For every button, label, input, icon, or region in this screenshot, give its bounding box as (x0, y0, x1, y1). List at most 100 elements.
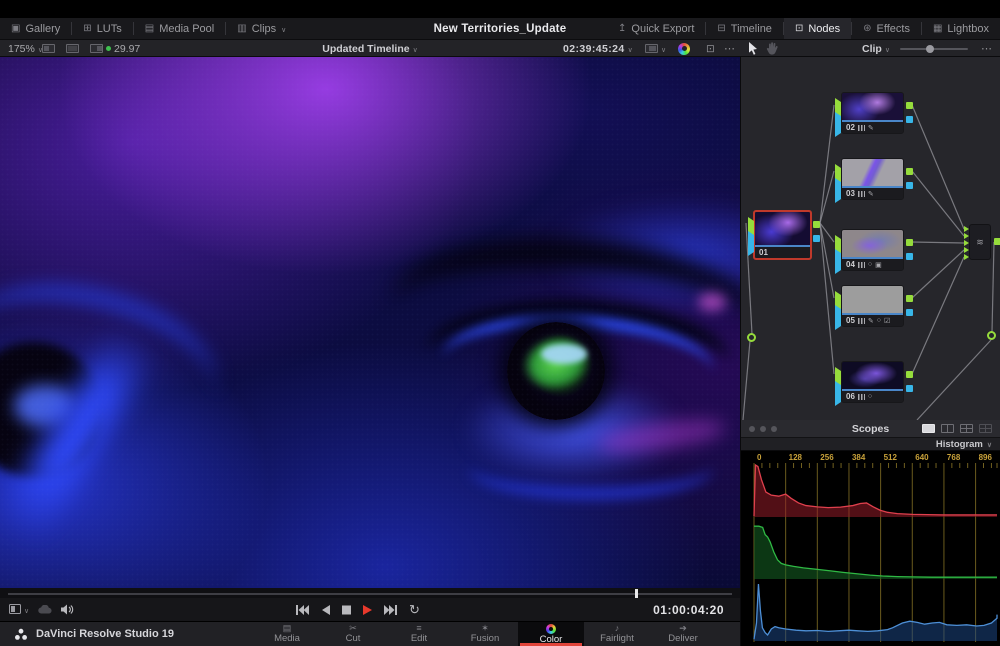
page-tab-fairlight[interactable]: ♪Fairlight (584, 622, 650, 646)
camera-raw-button[interactable]: ∨ (645, 40, 666, 57)
key-output-port[interactable] (906, 253, 913, 260)
bars-badge-icon (858, 262, 865, 268)
bars-badge-icon (858, 125, 865, 131)
scopes-option-dots[interactable] (741, 426, 777, 432)
slider-knob[interactable] (926, 45, 934, 53)
svg-text:512: 512 (884, 453, 898, 462)
mixer-output-port[interactable] (994, 238, 1000, 245)
tab-lightbox[interactable]: ▦Lightbox (922, 18, 1000, 39)
page-tab-edit[interactable]: ≡Edit (386, 622, 452, 646)
rgb-output-port[interactable] (906, 102, 913, 109)
single-scope-layout-icon[interactable] (922, 424, 935, 433)
page-tab-color[interactable]: Color (518, 622, 584, 646)
tab-media-pool[interactable]: ▤Media Pool (134, 18, 226, 39)
viewer-zoom-select[interactable]: 175%∨ (8, 40, 43, 57)
timeline-selector[interactable]: Updated Timeline ∨ (300, 40, 440, 57)
enhanced-viewer-icon[interactable] (90, 44, 103, 53)
tab-clips[interactable]: ▥Clips∨ (226, 18, 297, 39)
rgb-output-port[interactable] (813, 221, 820, 228)
jog-track[interactable] (8, 593, 732, 595)
key-input-port[interactable] (835, 309, 841, 327)
circle-badge-icon: ○ (877, 317, 881, 324)
grid-scope-layout-icon[interactable] (979, 424, 992, 433)
node-options-button[interactable]: ⋯ (981, 40, 993, 57)
split-viewer-icon[interactable] (66, 44, 79, 53)
hand-icon (766, 42, 778, 55)
key-input-port[interactable] (835, 116, 841, 134)
corrector-node-05[interactable]: 05✎○☑ (841, 285, 904, 327)
output-node-dot[interactable] (987, 331, 996, 340)
corrector-node-02[interactable]: 02✎ (841, 92, 904, 134)
key-output-port[interactable] (906, 385, 913, 392)
tab-label: Quick Export (631, 23, 694, 35)
key-input-port[interactable] (835, 385, 841, 403)
page-tabs: ▤Media✂Cut≡Edit✶FusionColor♪Fairlight➔De… (254, 622, 716, 646)
corrector-node-01[interactable]: 01 (753, 210, 812, 260)
rgb-output-port[interactable] (906, 239, 913, 246)
grab-still-button[interactable] (678, 40, 690, 57)
tab-luts[interactable]: ⊞LUTs (72, 18, 132, 39)
chevron-down-icon: ∨ (24, 607, 29, 615)
hand-tool-button[interactable] (766, 40, 778, 57)
deliver-page-icon: ➔ (679, 624, 687, 633)
node-graph-panel[interactable]: 01 02✎ 03✎ 04○▣ 05✎○☑ 06○ ≋ (741, 57, 1000, 420)
tab-nodes[interactable]: ⊡Nodes (784, 18, 851, 39)
page-tab-fusion[interactable]: ✶Fusion (452, 622, 518, 646)
expand-viewer-button[interactable]: ⊡ (706, 40, 715, 57)
go-to-end-button[interactable] (384, 605, 397, 615)
key-output-port[interactable] (813, 235, 820, 242)
app-brand: DaVinci Resolve Studio 19 (0, 628, 174, 641)
stop-button[interactable] (342, 605, 351, 615)
corrector-node-04[interactable]: 04○▣ (841, 229, 904, 271)
key-output-port[interactable] (906, 116, 913, 123)
play-reverse-button[interactable] (321, 605, 330, 615)
tab-gallery[interactable]: ▣Gallery (0, 18, 71, 39)
viewer-canvas[interactable] (0, 57, 740, 588)
page-tab-cut[interactable]: ✂Cut (320, 622, 386, 646)
go-to-start-button[interactable] (296, 605, 309, 615)
loop-button[interactable]: ↻ (409, 605, 420, 615)
proxy-button[interactable] (38, 605, 52, 614)
page-label: Edit (411, 633, 427, 644)
corrector-node-06[interactable]: 06○ (841, 361, 904, 403)
viewer-options-button[interactable]: ⋯ (724, 40, 736, 57)
two-scope-layout-icon[interactable] (941, 424, 954, 433)
pointer-tool-button[interactable] (748, 40, 759, 57)
page-tab-deliver[interactable]: ➔Deliver (650, 622, 716, 646)
node-thumbnail (842, 230, 903, 257)
quad-scope-layout-icon[interactable] (960, 424, 973, 433)
node-zoom-slider[interactable] (900, 40, 968, 57)
layer-mixer-node[interactable]: ≋ (969, 224, 991, 260)
tab-label: Clips (252, 23, 276, 35)
key-output-port[interactable] (906, 182, 913, 189)
rgb-output-port[interactable] (906, 168, 913, 175)
source-node-dot[interactable] (747, 333, 756, 342)
viewer-timecode[interactable]: 02:39:45:24 ∨ (563, 40, 633, 57)
page-tab-media[interactable]: ▤Media (254, 622, 320, 646)
node-mode-select[interactable]: Clip ∨ (862, 40, 890, 57)
skin-texture-overlay (0, 57, 740, 588)
reverse-icon (321, 605, 330, 615)
color-page-icon (546, 624, 556, 634)
node-thumbnail (842, 159, 903, 186)
edit-page-icon: ≡ (416, 624, 421, 633)
histogram-scope: 0128256384512640768896 (741, 451, 1000, 646)
rgb-output-port[interactable] (906, 371, 913, 378)
key-input-port[interactable] (748, 235, 754, 253)
corrector-node-03[interactable]: 03✎ (841, 158, 904, 200)
tab-effects[interactable]: ⊛Effects (852, 18, 921, 39)
key-input-port[interactable] (835, 182, 841, 200)
page-label: Deliver (668, 633, 698, 644)
key-input-port[interactable] (835, 253, 841, 271)
tab-timeline[interactable]: ⊟Timeline (706, 18, 783, 39)
status-dot (106, 46, 111, 51)
rgb-output-port[interactable] (906, 295, 913, 302)
viewer-overlay-select[interactable]: ∨ (9, 604, 29, 615)
play-button[interactable] (363, 605, 372, 615)
scope-type-label[interactable]: Histogram (936, 439, 983, 450)
key-output-port[interactable] (906, 309, 913, 316)
single-viewer-icon[interactable] (42, 44, 55, 53)
tab-quick-export[interactable]: ↥Quick Export (607, 18, 705, 39)
jog-bar[interactable] (0, 588, 740, 598)
audio-mute-button[interactable] (61, 604, 74, 615)
